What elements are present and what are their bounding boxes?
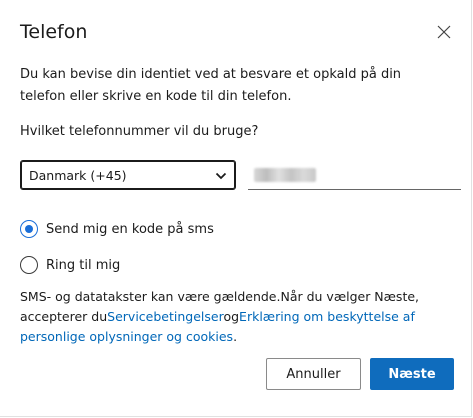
radio-sms[interactable] <box>20 220 38 238</box>
option-call-label: Ring til mig <box>46 257 121 273</box>
option-sms-label: Send mig en kode på sms <box>46 221 214 237</box>
next-button[interactable]: Næste <box>370 358 454 390</box>
close-icon[interactable] <box>436 24 452 40</box>
country-code-value: Danmark (+45) <box>29 167 127 183</box>
terms-link[interactable]: Servicebetingelser <box>107 309 223 324</box>
legal-text: SMS- og datatakster kan være gældende.Nå… <box>20 287 460 347</box>
country-code-select[interactable]: Danmark (+45) <box>20 160 236 190</box>
dialog-title: Telefon <box>20 21 88 43</box>
phone-question-label: Hvilket telefonnummer vil du bruge? <box>20 124 259 139</box>
chevron-down-icon <box>215 168 227 183</box>
radio-call[interactable] <box>20 256 38 274</box>
option-call[interactable]: Ring til mig <box>20 256 120 274</box>
cancel-button[interactable]: Annuller <box>266 358 361 390</box>
phone-verification-dialog: Telefon Du kan bevise din identiet ved a… <box>0 0 472 417</box>
phone-number-input[interactable] <box>248 160 461 190</box>
legal-text-part2: og <box>223 309 240 324</box>
option-sms[interactable]: Send mig en kode på sms <box>20 220 214 238</box>
phone-number-redacted <box>254 167 316 182</box>
legal-text-part3: . <box>233 329 238 344</box>
dialog-description: Du kan bevise din identiet ved at besvar… <box>20 67 402 104</box>
